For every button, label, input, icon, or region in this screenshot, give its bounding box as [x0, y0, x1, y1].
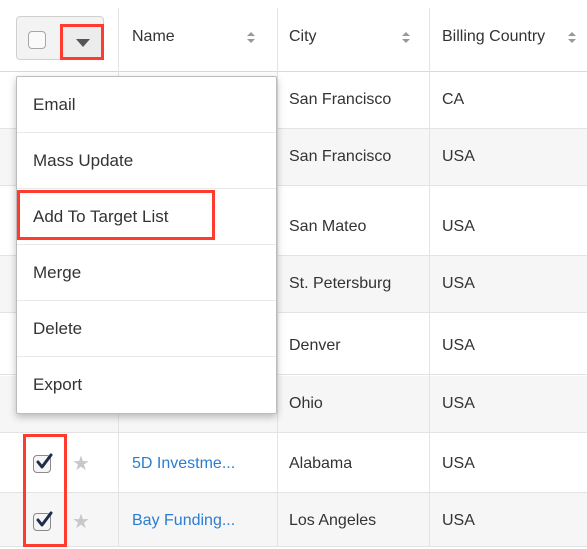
cell-city: San Mateo	[289, 218, 367, 235]
cell-city: Denver	[289, 337, 341, 354]
cell-name-link[interactable]: Bay Funding...	[132, 493, 270, 549]
menu-item-export[interactable]: Export	[17, 357, 276, 413]
mass-actions-menu: Email Mass Update Add To Target List Mer…	[16, 76, 277, 414]
select-all-checkbox[interactable]	[28, 31, 46, 49]
cell-city: Alabama	[289, 455, 353, 472]
cell-name-link[interactable]: 5D Investme...	[132, 436, 270, 492]
menu-item-email[interactable]: Email	[17, 77, 276, 133]
sort-icon[interactable]	[247, 32, 255, 44]
list-view-table: Name City Billing Country San Francisco …	[0, 0, 587, 547]
menu-item-merge[interactable]: Merge	[17, 245, 276, 301]
cell-city: Los Angeles	[289, 512, 377, 529]
star-icon[interactable]: ★	[72, 454, 90, 474]
cell-country: USA	[442, 395, 475, 412]
cell-country: USA	[442, 337, 475, 354]
highlight-add-to-target-list	[17, 190, 215, 240]
column-header-name[interactable]: Name	[132, 28, 175, 46]
cell-country: USA	[442, 455, 475, 472]
cell-country: USA	[442, 275, 475, 292]
cell-country: USA	[442, 218, 475, 235]
cell-city: Ohio	[289, 395, 323, 412]
mass-actions-dropdown-button[interactable]	[60, 24, 104, 60]
column-header-billing-country[interactable]: Billing Country	[442, 28, 545, 46]
column-header-city[interactable]: City	[289, 28, 317, 46]
sort-icon[interactable]	[568, 32, 576, 44]
sort-icon[interactable]	[402, 32, 410, 44]
column-divider	[429, 8, 430, 547]
highlight-selected-checkboxes	[23, 434, 67, 547]
table-header: Name City Billing Country	[0, 0, 587, 72]
column-divider	[277, 8, 278, 547]
cell-city: St. Petersburg	[289, 275, 392, 292]
star-icon[interactable]: ★	[72, 512, 90, 532]
caret-down-icon	[76, 39, 90, 47]
cell-country: CA	[442, 91, 465, 108]
menu-item-mass-update[interactable]: Mass Update	[17, 133, 276, 189]
cell-city: San Francisco	[289, 91, 392, 108]
table-row[interactable]: ★ 5D Investme... Alabama USA	[0, 436, 587, 493]
menu-item-delete[interactable]: Delete	[17, 301, 276, 357]
table-row[interactable]: ★ Bay Funding... Los Angeles USA	[0, 493, 587, 547]
cell-city: San Francisco	[289, 148, 392, 165]
cell-country: USA	[442, 148, 475, 165]
cell-country: USA	[442, 512, 475, 529]
